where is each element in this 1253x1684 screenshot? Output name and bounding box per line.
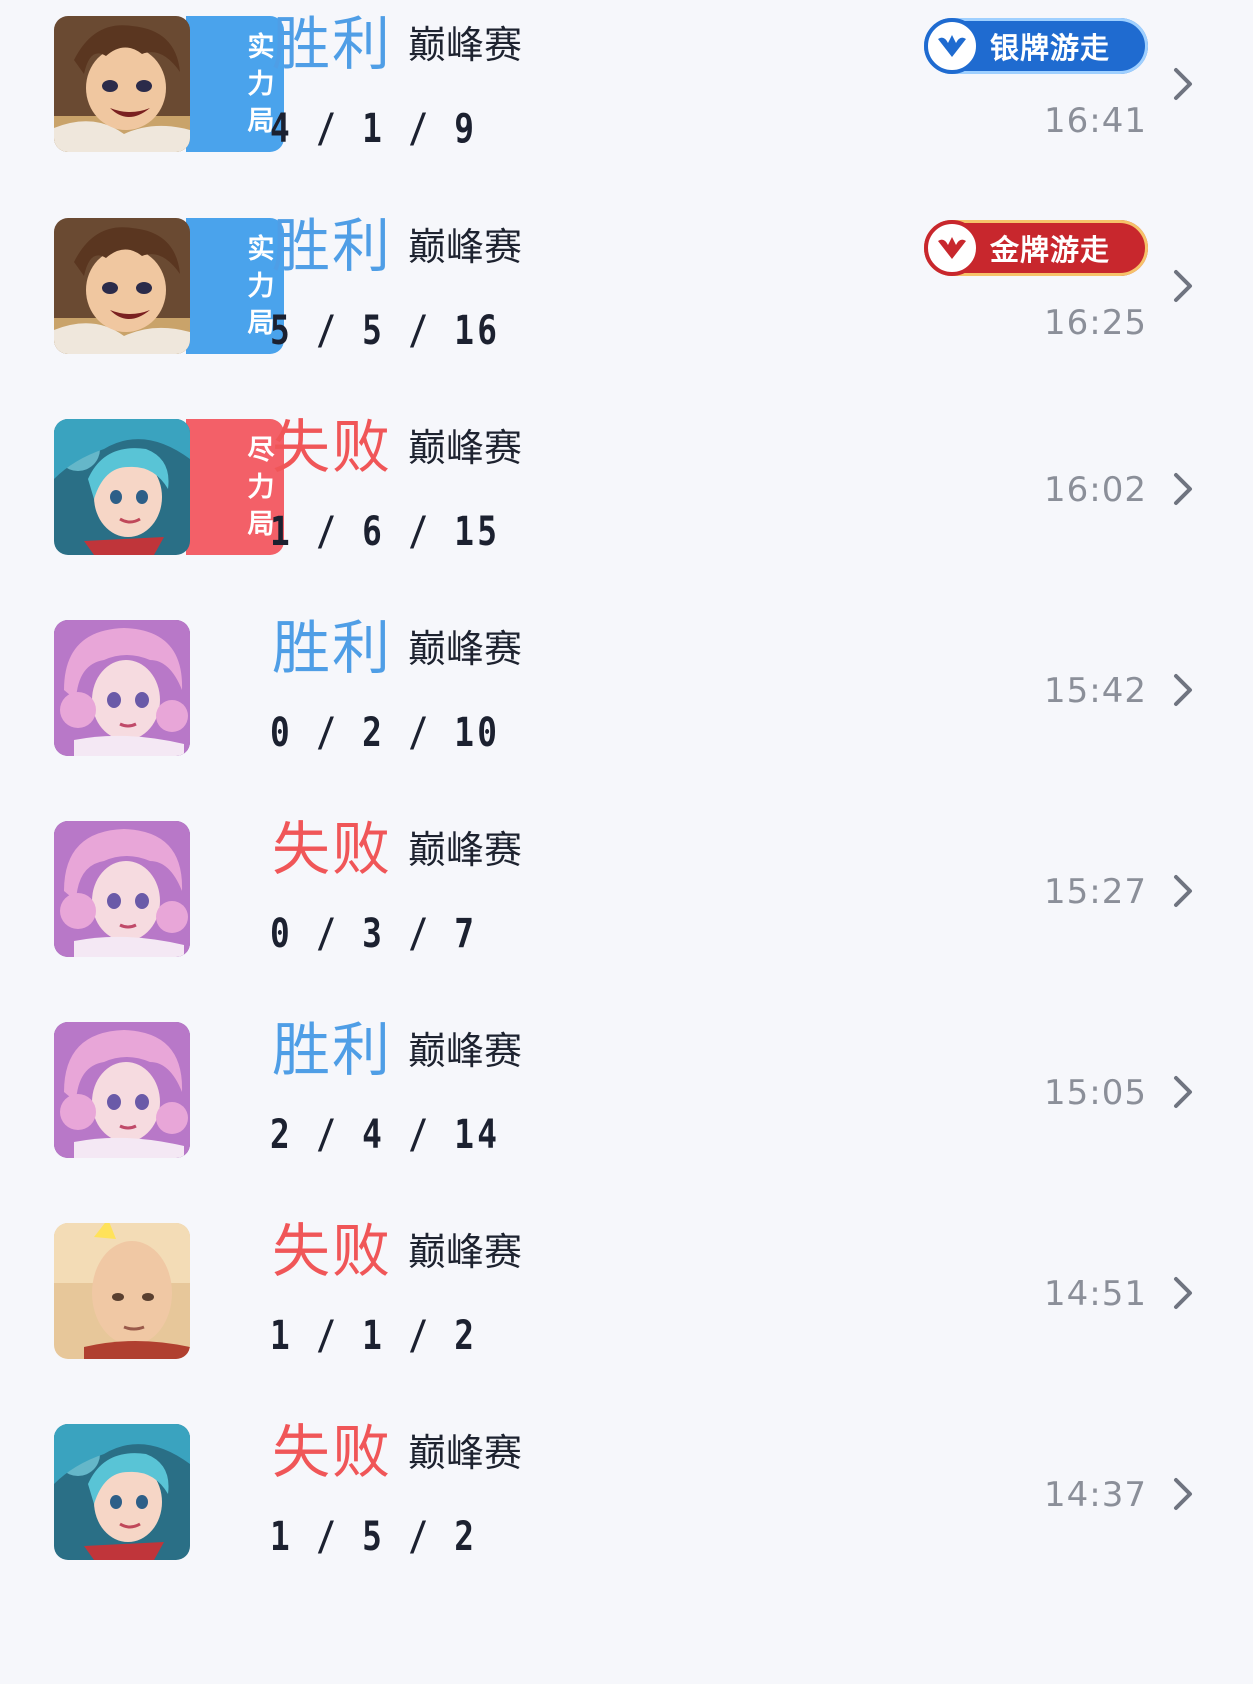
wings-emblem-icon bbox=[924, 220, 980, 276]
role-badge: 银牌游走 bbox=[924, 18, 1148, 74]
game-mode-label: 巅峰赛 bbox=[408, 426, 523, 470]
match-time: 16:25 bbox=[1044, 303, 1147, 343]
game-mode-label: 巅峰赛 bbox=[408, 1029, 523, 1073]
role-badge-label: 银牌游走 bbox=[990, 31, 1111, 65]
match-result: 胜利 bbox=[272, 10, 393, 78]
chevron-right-icon[interactable] bbox=[1170, 1472, 1198, 1516]
brown-hair-boy-hero-icon bbox=[54, 218, 190, 354]
match-row[interactable]: 实力局胜利 巅峰赛 4 / 1 / 9 银牌游走 16:41 bbox=[0, 8, 1253, 224]
kda-score: 1 / 1 / 2 bbox=[270, 1313, 478, 1359]
match-row[interactable]: 胜利 巅峰赛 2 / 4 / 14 15:05 bbox=[0, 1014, 1253, 1230]
teal-hair-girl-hero-icon bbox=[54, 419, 190, 555]
chevron-right-icon[interactable] bbox=[1170, 264, 1198, 308]
wings-emblem-icon bbox=[924, 18, 980, 74]
match-result: 胜利 bbox=[272, 614, 393, 682]
role-badge-label: 金牌游走 bbox=[990, 233, 1111, 267]
pink-hair-girl-hero-icon bbox=[54, 1022, 190, 1158]
pink-hair-girl-hero-icon bbox=[54, 821, 190, 957]
match-result: 失败 bbox=[272, 815, 393, 883]
match-row[interactable]: 尽力局失败 巅峰赛 1 / 6 / 15 16:02 bbox=[0, 411, 1253, 627]
match-history-list: 实力局胜利 巅峰赛 4 / 1 / 9 银牌游走 16:41 实力局胜利 巅峰赛 5 / 5 … bbox=[0, 0, 1253, 1684]
kda-score: 5 / 5 / 16 bbox=[270, 308, 501, 354]
match-result: 失败 bbox=[272, 1418, 393, 1486]
match-row[interactable]: 实力局胜利 巅峰赛 5 / 5 / 16 金牌游走 16:25 bbox=[0, 210, 1253, 426]
bald-man-hero-icon bbox=[54, 1223, 190, 1359]
match-time: 16:02 bbox=[1044, 470, 1147, 510]
match-time: 16:41 bbox=[1044, 101, 1147, 141]
game-mode-label: 巅峰赛 bbox=[408, 1431, 523, 1475]
chevron-right-icon[interactable] bbox=[1170, 668, 1198, 712]
chevron-right-icon[interactable] bbox=[1170, 62, 1198, 106]
match-row[interactable]: 失败 巅峰赛 1 / 5 / 2 14:37 bbox=[0, 1416, 1253, 1632]
game-mode-label: 巅峰赛 bbox=[408, 828, 523, 872]
chevron-right-icon[interactable] bbox=[1170, 1070, 1198, 1114]
chevron-right-icon[interactable] bbox=[1170, 1271, 1198, 1315]
game-mode-label: 巅峰赛 bbox=[408, 1230, 523, 1274]
game-mode-label: 巅峰赛 bbox=[408, 627, 523, 671]
match-row[interactable]: 失败 巅峰赛 0 / 3 / 7 15:27 bbox=[0, 813, 1253, 1029]
kda-score: 2 / 4 / 14 bbox=[270, 1112, 501, 1158]
chevron-right-icon[interactable] bbox=[1170, 467, 1198, 511]
kda-score: 1 / 6 / 15 bbox=[270, 509, 501, 555]
match-time: 15:27 bbox=[1044, 872, 1147, 912]
match-row[interactable]: 失败 巅峰赛 1 / 1 / 2 14:51 bbox=[0, 1215, 1253, 1431]
match-result: 胜利 bbox=[272, 212, 393, 280]
match-row[interactable]: 胜利 巅峰赛 0 / 2 / 10 15:42 bbox=[0, 612, 1253, 828]
match-result: 失败 bbox=[272, 413, 393, 481]
kda-score: 0 / 2 / 10 bbox=[270, 710, 501, 756]
role-badge: 金牌游走 bbox=[924, 220, 1148, 276]
match-time: 14:51 bbox=[1044, 1274, 1147, 1314]
kda-score: 4 / 1 / 9 bbox=[270, 106, 478, 152]
kda-score: 1 / 5 / 2 bbox=[270, 1514, 478, 1560]
chevron-right-icon[interactable] bbox=[1170, 869, 1198, 913]
game-mode-label: 巅峰赛 bbox=[408, 23, 523, 67]
match-result: 失败 bbox=[272, 1217, 393, 1285]
teal-hair-girl-hero-icon bbox=[54, 1424, 190, 1560]
brown-hair-boy-hero-icon bbox=[54, 16, 190, 152]
game-mode-label: 巅峰赛 bbox=[408, 225, 523, 269]
match-result: 胜利 bbox=[272, 1016, 393, 1084]
match-time: 15:05 bbox=[1044, 1073, 1147, 1113]
match-time: 15:42 bbox=[1044, 671, 1147, 711]
kda-score: 0 / 3 / 7 bbox=[270, 911, 478, 957]
pink-hair-girl-hero-icon bbox=[54, 620, 190, 756]
match-time: 14:37 bbox=[1044, 1475, 1147, 1515]
